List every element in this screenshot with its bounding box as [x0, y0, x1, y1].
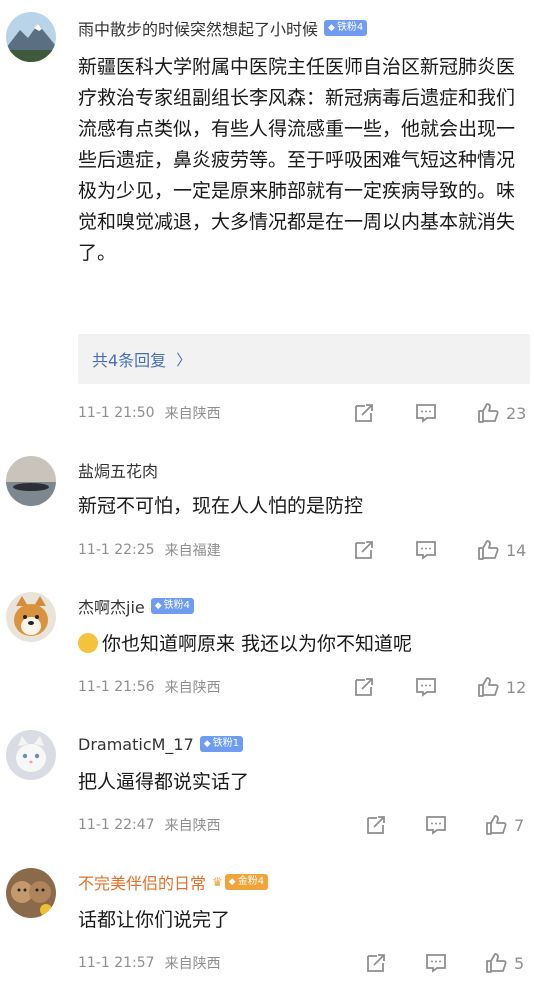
comment-text: 把人逼得都说实话了: [78, 771, 250, 793]
badge-label: 铁粉4: [336, 22, 364, 33]
comment-actions: 23: [352, 398, 526, 428]
comment-item: 不完美伴侣的日常 ♛ ◆ 金粉4 话都让你们说完了 11-1 21:57 来自陕西…: [0, 854, 534, 1000]
username[interactable]: DramaticM_17: [78, 735, 194, 754]
comment-item: 雨中散步的时候突然想起了小时候 ◆ 铁粉4 新疆医科大学附属中医院主任医师自治区新…: [0, 0, 534, 440]
thumbs-up-icon[interactable]: [484, 813, 508, 837]
lake-sunset-avatar: [6, 456, 56, 506]
comment-actions: 12: [352, 672, 526, 702]
comment-actions: 7: [364, 810, 524, 840]
like-count: 12: [506, 677, 527, 697]
share-icon[interactable]: [352, 538, 376, 562]
username-row: 杰啊杰jie ◆ 铁粉4: [78, 592, 195, 620]
like-count: 5: [514, 953, 525, 973]
comment-icon[interactable]: [414, 538, 438, 562]
username-row: DramaticM_17 ◆ 铁粉1: [78, 730, 244, 758]
comment-meta: 11-1 21:57 来自陕西: [78, 951, 221, 975]
badge-label: 铁粉4: [163, 600, 191, 611]
diamond-icon: ◆: [203, 739, 211, 749]
badge-label: 铁粉1: [212, 738, 240, 749]
comment-item: DramaticM_17 ◆ 铁粉1 把人逼得都说实话了 11-1 22:47 来…: [0, 716, 534, 854]
cartoon-faces-avatar: [6, 868, 56, 918]
view-replies-button[interactable]: 共4条回复 〉: [78, 334, 530, 384]
share-icon[interactable]: [352, 675, 376, 699]
mountain-landscape-avatar: [6, 12, 56, 62]
share-icon[interactable]: [352, 401, 376, 425]
comment-time: 11-1 22:25: [78, 542, 155, 558]
comment-icon[interactable]: [424, 951, 448, 975]
fan-badge[interactable]: ◆ 铁粉1: [199, 736, 244, 752]
user-avatar[interactable]: [6, 868, 56, 918]
username[interactable]: 雨中散步的时候突然想起了小时候: [78, 16, 318, 40]
comment-meta: 11-1 22:25 来自福建: [78, 538, 221, 562]
diamond-icon: ◆: [328, 23, 335, 33]
comment-location: 来自陕西: [164, 818, 221, 834]
fan-badge[interactable]: ◆ 金粉4: [224, 874, 269, 890]
username-row: 不完美伴侣的日常 ♛ ◆ 金粉4: [78, 868, 269, 896]
crown-icon: ♛: [212, 875, 223, 889]
like-count: 23: [506, 403, 527, 423]
comment-text: 新疆医科大学附属中医院主任医师自治区新冠肺炎医疗救治专家组副组长李风森：新冠病毒…: [78, 56, 516, 264]
surprised-face-emoji: [78, 633, 98, 653]
comment-meta: 11-1 21:50 来自陕西: [78, 401, 221, 425]
diamond-icon: ◆: [228, 877, 236, 887]
comment-meta: 11-1 21:56 来自陕西: [78, 675, 221, 699]
fan-badge[interactable]: ◆ 铁粉4: [324, 20, 368, 36]
share-icon[interactable]: [364, 813, 388, 837]
like-count: 14: [506, 540, 527, 560]
comment-location: 来自陕西: [164, 680, 221, 696]
user-avatar[interactable]: [6, 456, 56, 506]
comment-feed: 雨中散步的时候突然想起了小时候 ◆ 铁粉4 新疆医科大学附属中医院主任医师自治区新…: [0, 0, 534, 1000]
comment-time: 11-1 21:57: [78, 955, 155, 971]
like-count: 7: [514, 815, 525, 835]
fan-badge[interactable]: ◆ 铁粉4: [150, 598, 195, 614]
user-avatar[interactable]: [6, 592, 56, 642]
comment-actions: 5: [364, 948, 524, 978]
comment-time: 11-1 21:50: [78, 405, 155, 421]
comment-text: 话都让你们说完了: [78, 909, 231, 931]
thumbs-up-icon[interactable]: [476, 401, 500, 425]
username[interactable]: 不完美伴侣的日常: [78, 870, 206, 894]
user-avatar[interactable]: [6, 12, 56, 62]
white-cat-avatar: [6, 730, 56, 780]
share-icon[interactable]: [364, 951, 388, 975]
comment-location: 来自陕西: [164, 406, 221, 422]
badge-label: 金粉4: [237, 876, 265, 887]
username[interactable]: 杰啊杰jie: [78, 594, 145, 618]
comment-text: 你也知道啊原来 我还以为你不知道呢: [78, 629, 530, 660]
thumbs-up-icon[interactable]: [476, 538, 500, 562]
thumbs-up-icon[interactable]: [484, 951, 508, 975]
comment-location: 来自福建: [164, 543, 221, 559]
comment-text-content: 你也知道啊原来 我还以为你不知道呢: [102, 633, 413, 655]
comment-meta: 11-1 22:47 来自陕西: [78, 813, 221, 837]
chevron-right-icon: 〉: [176, 350, 192, 369]
shiba-dog-avatar: [6, 592, 56, 642]
comment-actions: 14: [352, 535, 526, 565]
comment-icon[interactable]: [424, 813, 448, 837]
comment-time: 11-1 21:56: [78, 679, 155, 695]
comment-item: 盐焗五花肉 新冠不可怕，现在人人怕的是防控 11-1 22:25 来自福建 14: [0, 440, 534, 578]
comment-item: 杰啊杰jie ◆ 铁粉4 你也知道啊原来 我还以为你不知道呢 11-1 21:56…: [0, 578, 534, 716]
comment-text: 新冠不可怕，现在人人怕的是防控: [78, 495, 364, 517]
comment-icon[interactable]: [414, 401, 438, 425]
replies-label: 共4条回复: [92, 351, 167, 370]
comment-location: 来自陕西: [164, 956, 221, 972]
thumbs-up-icon[interactable]: [476, 675, 500, 699]
username[interactable]: 盐焗五花肉: [78, 458, 158, 482]
comment-time: 11-1 22:47: [78, 817, 155, 833]
username-row: 雨中散步的时候突然想起了小时候 ◆ 铁粉4: [78, 14, 368, 42]
diamond-icon: ◆: [154, 601, 162, 611]
user-avatar[interactable]: [6, 730, 56, 780]
username-row: 盐焗五花肉: [78, 456, 158, 484]
comment-icon[interactable]: [414, 675, 438, 699]
